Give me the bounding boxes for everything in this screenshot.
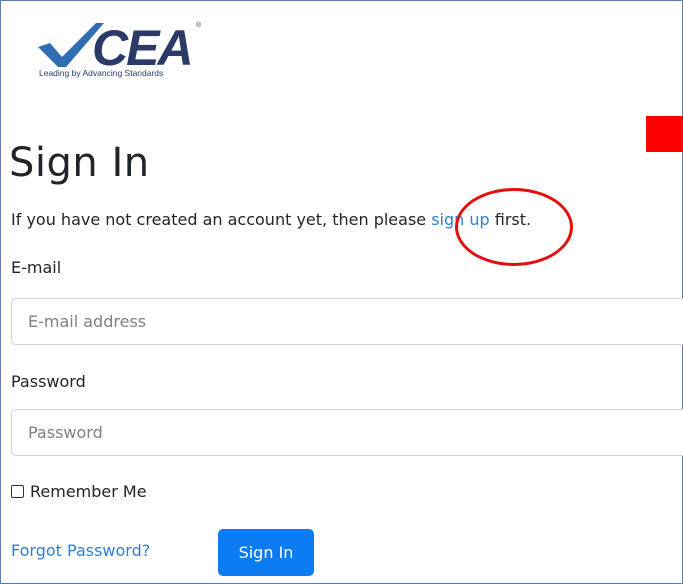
email-field[interactable]	[11, 298, 683, 345]
sign-in-button[interactable]: Sign In	[218, 529, 314, 576]
logo-registered-mark: ®	[196, 21, 202, 29]
password-label: Password	[11, 372, 86, 391]
page-title: Sign In	[9, 140, 150, 186]
sign-up-link[interactable]: sign up	[431, 210, 489, 229]
signup-prompt-prefix: If you have not created an account yet, …	[11, 210, 432, 229]
email-label: E-mail	[11, 258, 62, 277]
signup-prompt: If you have not created an account yet, …	[11, 210, 531, 229]
signup-prompt-suffix: first.	[489, 210, 532, 229]
remember-me-checkbox[interactable]	[11, 485, 24, 498]
remember-me-label: Remember Me	[30, 482, 147, 501]
password-field[interactable]	[11, 409, 683, 456]
logo-tagline: Leading by Advancing Standards	[39, 68, 164, 78]
annotation-marker	[646, 116, 683, 152]
forgot-password-link[interactable]: Forgot Password?	[11, 541, 150, 560]
remember-me[interactable]: Remember Me	[11, 482, 147, 501]
